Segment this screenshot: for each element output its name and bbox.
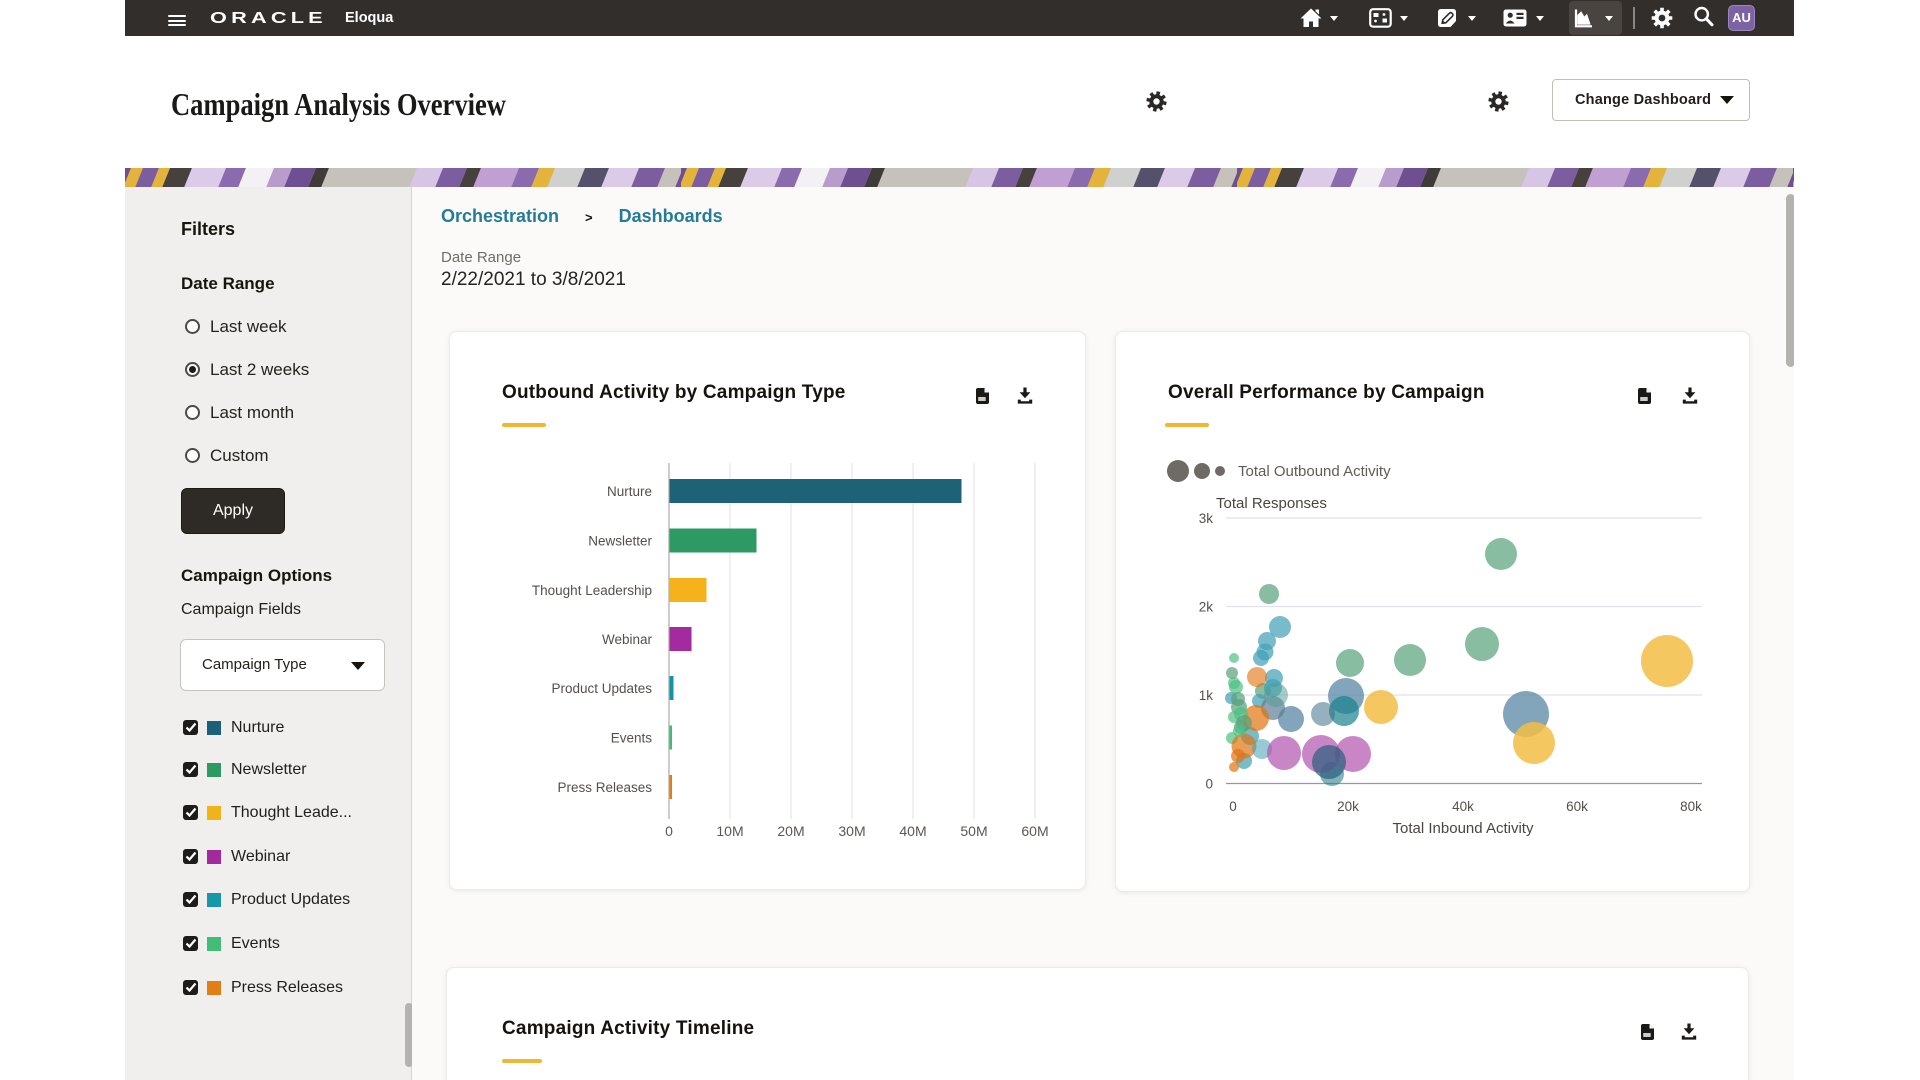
svg-text:3k: 3k xyxy=(1199,511,1214,526)
svg-text:Events: Events xyxy=(611,731,653,746)
svg-text:60M: 60M xyxy=(1021,823,1048,839)
svg-text:40M: 40M xyxy=(899,823,926,839)
svg-text:80k: 80k xyxy=(1680,799,1702,814)
svg-text:60k: 60k xyxy=(1566,799,1588,814)
svg-text:Total Responses: Total Responses xyxy=(1216,495,1327,512)
svg-text:20M: 20M xyxy=(777,823,804,839)
svg-text:1k: 1k xyxy=(1199,688,1214,703)
svg-text:0: 0 xyxy=(665,823,673,839)
svg-text:Press Releases: Press Releases xyxy=(557,780,652,795)
svg-text:Total Outbound Activity: Total Outbound Activity xyxy=(1238,463,1391,480)
svg-text:10M: 10M xyxy=(716,823,743,839)
svg-text:Webinar: Webinar xyxy=(602,632,653,647)
svg-text:Nurture: Nurture xyxy=(607,484,652,499)
svg-text:30M: 30M xyxy=(838,823,865,839)
svg-text:20k: 20k xyxy=(1337,799,1359,814)
svg-text:50M: 50M xyxy=(960,823,987,839)
svg-text:Total Inbound Activity: Total Inbound Activity xyxy=(1393,820,1534,837)
svg-text:Newsletter: Newsletter xyxy=(588,534,652,549)
svg-text:40k: 40k xyxy=(1452,799,1474,814)
svg-text:Product Updates: Product Updates xyxy=(551,681,652,696)
svg-text:0: 0 xyxy=(1229,799,1237,814)
svg-text:0: 0 xyxy=(1205,777,1213,792)
svg-text:2k: 2k xyxy=(1199,600,1214,615)
svg-text:Thought Leadership: Thought Leadership xyxy=(532,583,652,598)
